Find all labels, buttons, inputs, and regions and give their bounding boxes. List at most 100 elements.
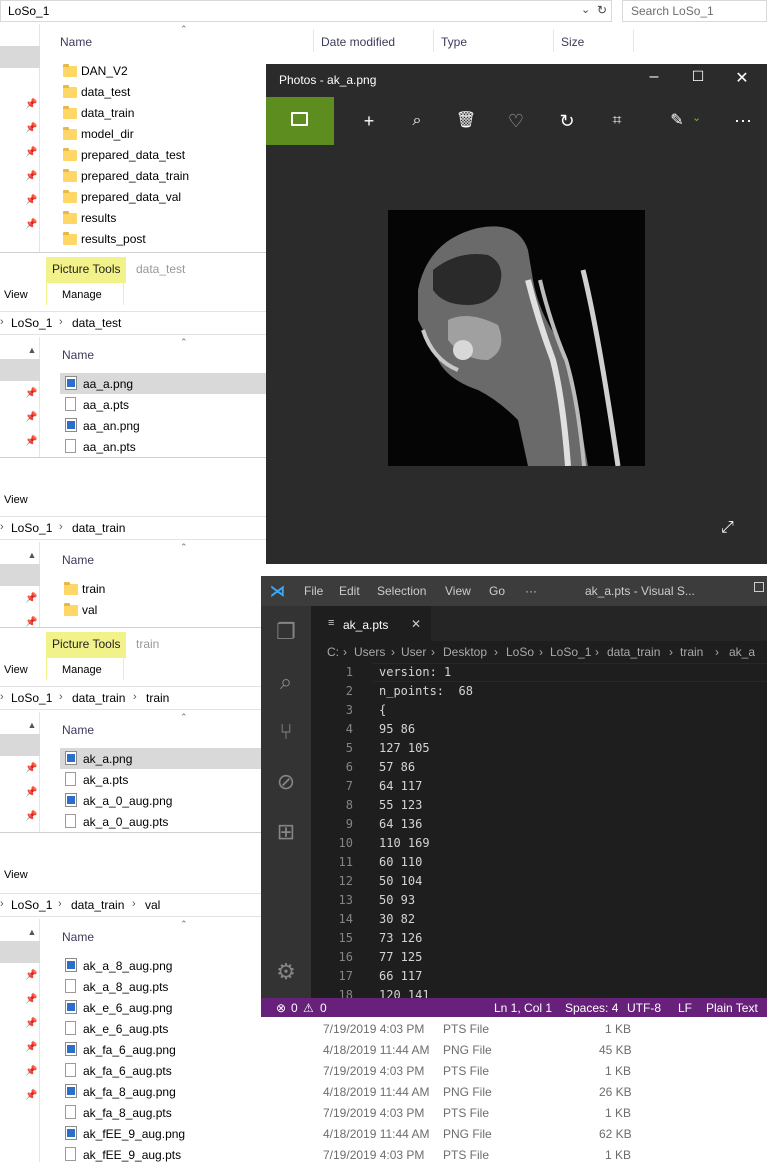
indentation[interactable]: Spaces: 4	[565, 1001, 618, 1015]
folder-row[interactable]: data_train	[60, 104, 260, 123]
column-header-name[interactable]: Name	[62, 348, 94, 362]
explorer-icon[interactable]: ❐	[272, 618, 300, 646]
breadcrumb-item[interactable]: User	[401, 645, 426, 659]
code-line[interactable]: 77 125	[379, 950, 422, 964]
folder-row[interactable]: results	[60, 209, 260, 228]
breadcrumb-item[interactable]: LoSo_1	[11, 898, 52, 912]
column-header-name[interactable]: Name	[62, 553, 94, 567]
breadcrumb-item[interactable]: LoSo_1	[11, 316, 52, 330]
ribbon-tab-view[interactable]: View	[4, 664, 28, 676]
breadcrumb-item[interactable]: Desktop	[443, 645, 487, 659]
breadcrumb-item[interactable]: LoSo	[506, 645, 534, 659]
folder-row[interactable]: prepared_data_train	[60, 167, 260, 186]
warning-count[interactable]: 0	[320, 1001, 327, 1015]
scroll-up-icon[interactable]: ▲	[25, 548, 39, 562]
maximize-icon[interactable]	[754, 582, 764, 592]
nav-selected-item[interactable]	[0, 941, 40, 963]
code-line[interactable]: 73 126	[379, 931, 422, 945]
chevron-down-icon[interactable]: ⌄	[692, 111, 701, 124]
search-icon[interactable]: ⌕	[272, 668, 300, 696]
code-line[interactable]: 127 105	[379, 741, 430, 755]
code-line[interactable]: 64 136	[379, 817, 422, 831]
refresh-icon[interactable]: ↻	[597, 3, 607, 17]
breadcrumb-item[interactable]: ak_a	[729, 645, 755, 659]
folder-row[interactable]: DAN_V2	[60, 62, 260, 81]
file-row[interactable]: ak_fa_8_aug.png 4/18/2019 11:44 AM PNG Fil…	[60, 1082, 660, 1101]
expand-icon[interactable]: ⤢	[721, 519, 734, 537]
code-line[interactable]: 55 123	[379, 798, 422, 812]
scroll-up-icon[interactable]: ▲	[25, 343, 39, 357]
folder-row[interactable]: val	[60, 600, 260, 619]
debug-icon[interactable]: ⊘	[272, 768, 300, 796]
folder-row[interactable]: prepared_data_val	[60, 188, 260, 207]
file-row[interactable]: ak_fa_6_aug.pts 7/19/2019 4:03 PM PTS File…	[60, 1061, 660, 1080]
breadcrumb-item[interactable]: data_train	[607, 645, 660, 659]
menu-file[interactable]: File	[304, 584, 323, 598]
end-of-line[interactable]: LF	[678, 1001, 692, 1015]
language-mode[interactable]: Plain Text	[706, 1001, 758, 1015]
folder-row[interactable]: prepared_data_test	[60, 146, 260, 165]
encoding[interactable]: UTF-8	[627, 1001, 661, 1015]
file-row[interactable]: aa_a.pts	[60, 395, 260, 414]
breadcrumb-item[interactable]: data_train	[72, 691, 125, 705]
column-header-name[interactable]: Name	[62, 723, 94, 737]
code-line[interactable]: 95 86	[379, 722, 415, 736]
warning-icon[interactable]: ⚠	[303, 1001, 314, 1015]
breadcrumb-item[interactable]: LoSo_1	[11, 691, 52, 705]
nav-selected-item[interactable]	[0, 359, 40, 381]
edit-icon[interactable]: ✎	[664, 109, 690, 133]
menu-edit[interactable]: Edit	[339, 584, 360, 598]
view-button[interactable]	[266, 97, 334, 145]
breadcrumb-item[interactable]: data_train	[72, 521, 125, 535]
breadcrumb-item[interactable]: train	[146, 691, 169, 705]
code-line[interactable]: version: 1	[379, 665, 451, 679]
code-line[interactable]: 66 117	[379, 969, 422, 983]
breadcrumb-item[interactable]: data_test	[72, 316, 121, 330]
code-line[interactable]: 57 86	[379, 760, 415, 774]
column-header-size[interactable]: Size	[561, 35, 584, 49]
code-line[interactable]: 50 104	[379, 874, 422, 888]
column-header-name[interactable]: Name	[60, 35, 92, 49]
menu-more[interactable]: ···	[525, 584, 537, 598]
tab-ak-a-pts[interactable]: ≡ ak_a.pts ✕	[311, 606, 431, 641]
folder-row[interactable]: train	[60, 579, 260, 598]
breadcrumb-item[interactable]: data_train	[71, 898, 124, 912]
file-row[interactable]: ak_a.png	[60, 749, 260, 768]
breadcrumb-item[interactable]: LoSo_1	[550, 645, 591, 659]
scroll-up-icon[interactable]: ▲	[25, 925, 39, 939]
file-row[interactable]: ak_e_6_aug.pts 7/19/2019 4:03 PM PTS File 1…	[60, 1019, 660, 1038]
error-icon[interactable]: ⊗	[276, 1001, 286, 1015]
maximize-icon[interactable]: ☐	[688, 68, 708, 85]
close-icon[interactable]: ✕	[411, 617, 421, 631]
folder-row[interactable]: data_test	[60, 83, 260, 102]
address-bar[interactable]: LoSo_1 ⌄ ↻	[0, 0, 612, 22]
cursor-position[interactable]: Ln 1, Col 1	[494, 1001, 552, 1015]
close-icon[interactable]: ✕	[732, 68, 752, 88]
code-line[interactable]: 60 110	[379, 855, 422, 869]
breadcrumb-item[interactable]: C:	[327, 645, 339, 659]
nav-selected-item[interactable]	[0, 734, 40, 756]
file-row[interactable]: ak_fEE_9_aug.pts 7/19/2019 4:03 PM PTS Fil…	[60, 1145, 660, 1162]
breadcrumb-item[interactable]: Users	[354, 645, 385, 659]
search-box[interactable]: Search LoSo_1	[622, 0, 767, 22]
ribbon-tab-view[interactable]: View	[4, 869, 28, 881]
code-line[interactable]: 50 93	[379, 893, 415, 907]
file-row[interactable]: aa_a.png	[60, 374, 260, 393]
breadcrumb-item[interactable]: train	[680, 645, 703, 659]
code-line[interactable]: 30 82	[379, 912, 415, 926]
code-line[interactable]: {	[379, 703, 386, 717]
scroll-up-icon[interactable]: ▲	[25, 718, 39, 732]
code-line[interactable]: 64 117	[379, 779, 422, 793]
rotate-icon[interactable]: ↻	[554, 109, 580, 133]
error-count[interactable]: 0	[291, 1001, 298, 1015]
add-icon[interactable]: +	[356, 109, 382, 133]
nav-selected-item[interactable]	[0, 564, 40, 586]
column-header-name[interactable]: Name	[62, 930, 94, 944]
file-row[interactable]: aa_an.png	[60, 416, 260, 435]
file-row[interactable]: aa_an.pts	[60, 437, 260, 456]
more-icon[interactable]: ⋯	[730, 109, 756, 133]
column-header-type[interactable]: Type	[441, 35, 467, 49]
zoom-icon[interactable]: ⌕	[404, 109, 430, 133]
file-row[interactable]: ak_a_0_aug.pts	[60, 812, 260, 831]
file-row[interactable]: ak_a.pts	[60, 770, 260, 789]
